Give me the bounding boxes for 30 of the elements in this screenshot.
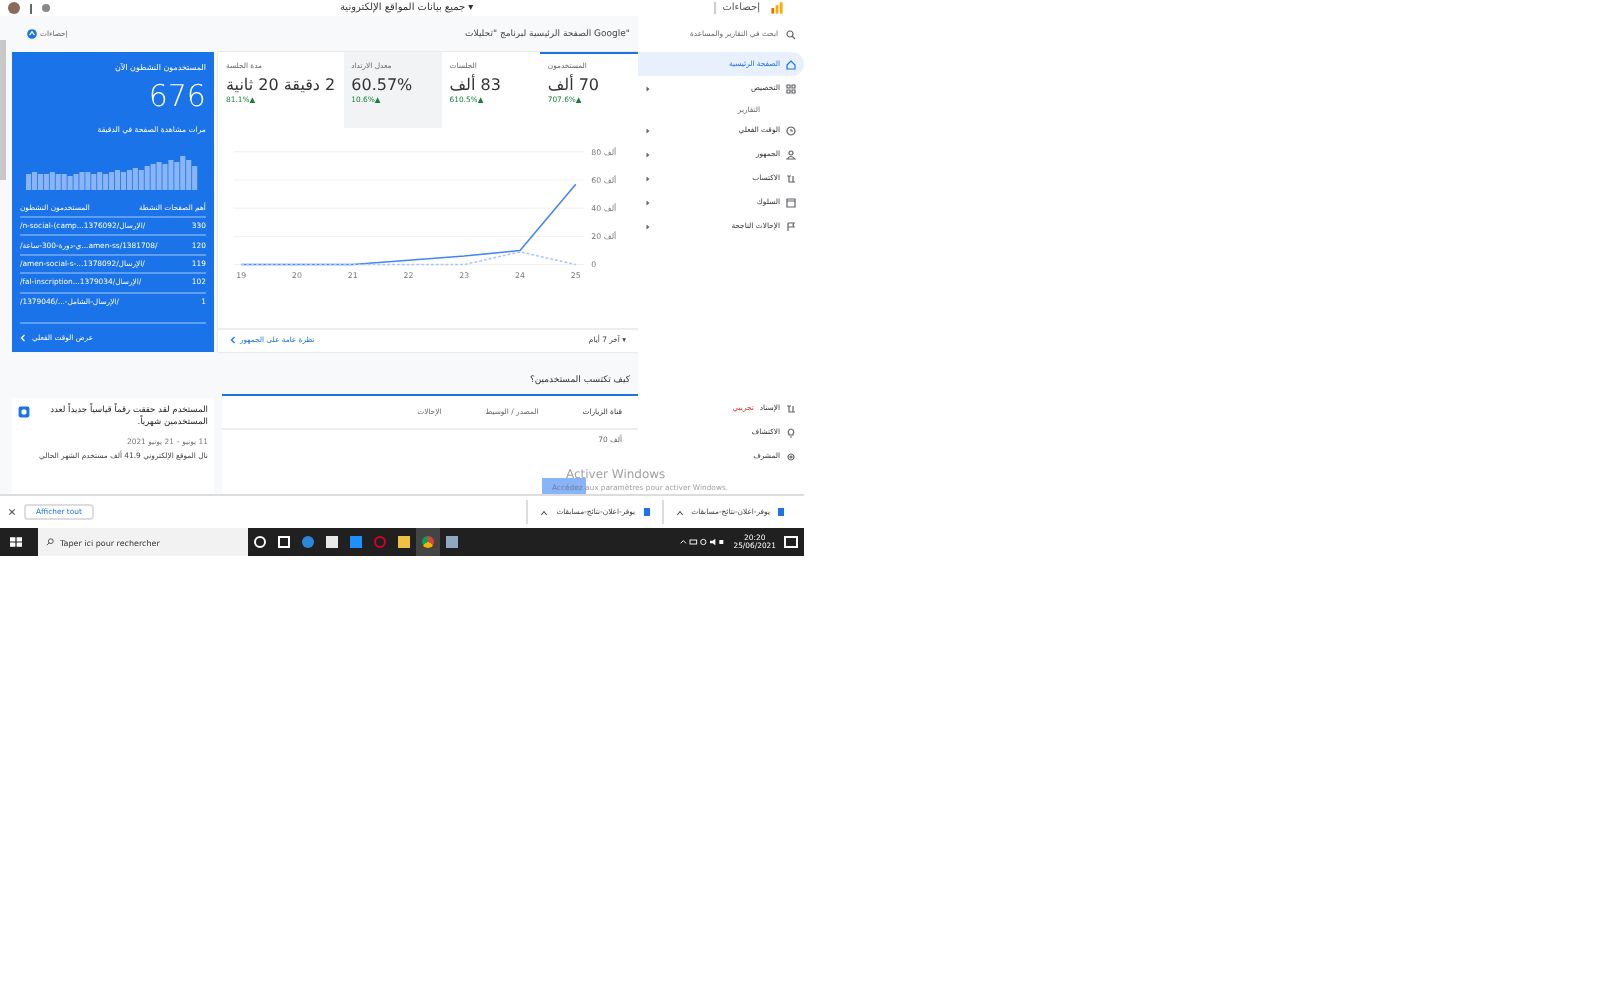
flag-icon [786, 221, 796, 231]
file-icon [643, 508, 650, 516]
window-icon [786, 197, 796, 207]
bar-chart-logo-icon [770, 2, 784, 14]
home-icon [786, 59, 796, 69]
close-icon[interactable] [8, 508, 16, 516]
notification-icon[interactable] [784, 536, 798, 548]
chevron-up-icon[interactable] [540, 509, 549, 515]
search-icon [46, 538, 54, 546]
windows-start-icon[interactable] [10, 536, 22, 548]
chevron-left-icon [229, 336, 236, 345]
grid-icon [786, 83, 796, 93]
person-icon [786, 149, 796, 159]
chevron-left-icon [19, 333, 26, 342]
scrollbar[interactable] [0, 40, 6, 180]
active-users-count: 676 [146, 78, 206, 115]
file-icon [778, 508, 784, 516]
system-tray-icon[interactable] [677, 538, 726, 546]
avatar-icon[interactable] [8, 2, 20, 14]
analytics-logo-icon [25, 28, 38, 41]
chrome-icon[interactable] [416, 528, 440, 556]
lightbulb-icon [786, 427, 796, 437]
branching-icon [786, 173, 796, 183]
chart-bar [541, 478, 586, 494]
chevron-up-icon[interactable] [675, 509, 684, 515]
settings-icon [786, 451, 796, 461]
insight-icon [17, 406, 30, 418]
clock-icon [786, 125, 796, 135]
search-icon [786, 29, 796, 39]
branching-icon [786, 403, 796, 413]
